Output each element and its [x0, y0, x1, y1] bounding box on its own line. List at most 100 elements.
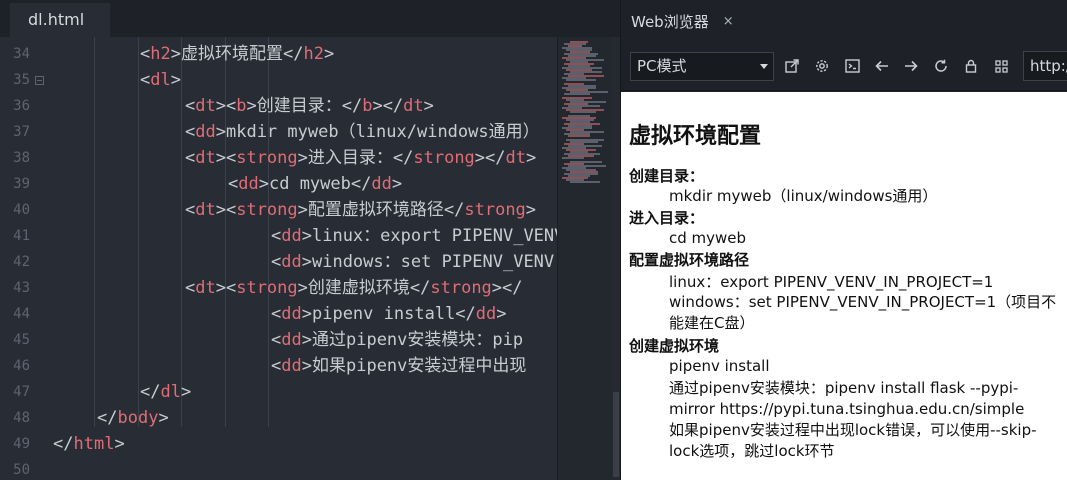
code-bracket: >	[301, 304, 312, 324]
view-mode-select[interactable]: PC模式	[630, 52, 774, 81]
line-number: 37	[13, 124, 30, 140]
chevron-down-icon	[760, 64, 768, 69]
code-bracket: >	[158, 408, 169, 428]
definition-term: 配置虚拟环境路径	[629, 251, 750, 269]
code-bracket: >	[301, 252, 312, 272]
code-bracket: ></	[474, 148, 506, 168]
code-line[interactable]: <dd>linux：export PIPENV_VENV	[271, 223, 557, 249]
code-line[interactable]: </dl>	[140, 379, 191, 405]
code-bracket: </	[392, 148, 414, 168]
line-number: 48	[13, 410, 30, 426]
code-tag-name: strong	[236, 148, 298, 168]
code-text: 虚拟环境配置	[180, 44, 283, 64]
code-bracket: >	[258, 174, 269, 194]
code-tag-name: dd	[371, 174, 392, 194]
line-number: 35	[13, 72, 30, 88]
code-bracket: >	[114, 434, 125, 454]
code-bracket: >	[297, 278, 308, 298]
definition-description: linux：export PIPENV_VENV_IN_PROJECT=1	[669, 273, 994, 291]
definition-description: 如果pipenv安装过程中出现lock错误，可以使用--skip-lock选项，…	[669, 421, 1037, 460]
code-bracket: ><	[215, 278, 237, 298]
browser-viewport[interactable]: 虚拟环境配置 创建目录： mkdir myweb（linux/windows通用）…	[621, 92, 1067, 480]
code-tag-name: strong	[464, 200, 526, 220]
minimap[interactable]	[557, 37, 612, 480]
minimap-line	[562, 157, 584, 159]
code-bracket: >	[301, 330, 312, 350]
lock-icon[interactable]	[960, 55, 982, 77]
line-number-gutter: 34 35 36 37 38 39 40 41 42 43 44 45 46 47 48 49 50	[0, 37, 44, 480]
code-text: cd myweb	[268, 174, 351, 194]
editor-tab-dl-html[interactable]: dl.html	[10, 3, 110, 37]
code-bracket: >	[301, 226, 312, 246]
code-tag-name: strong	[236, 200, 298, 220]
code-line[interactable]: <dd>cd myweb</dd>	[228, 171, 402, 197]
code-line[interactable]: <dd>pipenv install</dd>	[271, 301, 507, 327]
editor-scrollbar-thumb[interactable]	[613, 392, 619, 477]
console-icon[interactable]	[841, 55, 863, 77]
code-line[interactable]: <dd>如果pipenv安装过程中出现	[271, 353, 526, 379]
code-line[interactable]: <h2>虚拟环境配置</h2>	[140, 41, 334, 67]
minimap-line	[568, 135, 590, 137]
code-line[interactable]: <dt><b>创建目录：</b></dt>	[185, 93, 434, 119]
line-number: 36	[13, 98, 30, 114]
code-bracket: >	[301, 356, 312, 376]
code-text: linux：export PIPENV_VENV	[311, 226, 557, 246]
code-bracket: ></	[372, 96, 404, 116]
browser-tab[interactable]: Web浏览器 ×	[621, 0, 761, 43]
code-editor[interactable]: dl.html 34 35 36 37 38 39 40 41 42 43 44 45 46 47 48 49…	[0, 0, 620, 480]
code-bracket: <	[185, 278, 196, 298]
code-bracket: >	[170, 44, 181, 64]
code-tag-name: dd	[281, 304, 302, 324]
definition-description: mkdir myweb（linux/windows通用）	[669, 187, 938, 205]
code-bracket: >	[246, 96, 257, 116]
open-external-icon[interactable]	[781, 55, 803, 77]
code-line[interactable]: </html>	[53, 431, 125, 457]
refresh-icon[interactable]	[930, 55, 952, 77]
code-line[interactable]: <dd>通过pipenv安装模块：pip	[271, 327, 523, 353]
page-heading: 虚拟环境配置	[629, 124, 762, 149]
definition-description: cd myweb	[669, 229, 747, 247]
line-number: 41	[13, 228, 30, 244]
code-area[interactable]: <h2>虚拟环境配置</h2> <dl> <dt><b>创建目录：</b></dt>…	[42, 37, 557, 480]
code-line[interactable]: <dt><strong>配置虚拟环境路径</strong>	[185, 197, 536, 223]
view-mode-value: PC模式	[637, 57, 687, 75]
web-browser-panel: Web浏览器 × PC模式 http: 虚拟环境配置 创建目录： mkdir m…	[620, 0, 1067, 480]
code-text: 进入目录：	[307, 148, 393, 168]
definition-term: 创建目录：	[629, 167, 705, 185]
indent-guide	[94, 37, 95, 427]
code-tag-name: h2	[303, 44, 324, 64]
code-line[interactable]: <dt><strong>创建虚拟环境</strong></	[185, 275, 523, 301]
back-icon[interactable]	[871, 55, 893, 77]
settings-icon[interactable]	[811, 55, 833, 77]
definition-description: 通过pipenv安装模块：pipenv install flask --pypi…	[669, 379, 1025, 418]
code-bracket: <	[271, 330, 282, 350]
line-number: 38	[13, 150, 30, 166]
code-tag-name: dl	[160, 382, 181, 402]
close-icon[interactable]: ×	[723, 14, 734, 29]
editor-tab-bar: dl.html	[0, 0, 620, 37]
code-line[interactable]: </body>	[97, 405, 169, 431]
code-text: 如果pipenv安装过程中出现	[311, 356, 527, 376]
code-tag-name: dd	[281, 226, 302, 246]
code-line[interactable]: <dd>mkdir myweb（linux/windows通用）	[185, 119, 540, 145]
code-line[interactable]: <dt><strong>进入目录：</strong></dt>	[185, 145, 536, 171]
code-text: 创建目录：	[256, 96, 342, 116]
code-line[interactable]: <dd>windows：set PIPENV_VENV	[271, 249, 554, 275]
editor-vertical-scrollbar[interactable]	[612, 37, 620, 480]
code-text: 创建虚拟环境	[307, 278, 410, 298]
qrcode-icon[interactable]	[990, 55, 1012, 77]
browser-tab-bar: Web浏览器 ×	[621, 0, 1067, 43]
code-tag-name: h2	[150, 44, 171, 64]
code-text: pipenv install	[311, 304, 456, 324]
code-bracket: <	[185, 122, 196, 142]
code-tag-name: html	[73, 434, 115, 454]
address-value: http://	[1030, 57, 1067, 75]
minimap-line	[570, 111, 596, 113]
code-line[interactable]: <dl>	[140, 67, 181, 93]
forward-icon[interactable]	[900, 55, 922, 77]
address-input[interactable]: http://	[1023, 51, 1067, 81]
code-tag-name: dd	[281, 330, 302, 350]
line-number: 43	[13, 280, 30, 296]
code-bracket: </	[409, 278, 431, 298]
browser-toolbar: PC模式 http://	[621, 43, 1067, 91]
